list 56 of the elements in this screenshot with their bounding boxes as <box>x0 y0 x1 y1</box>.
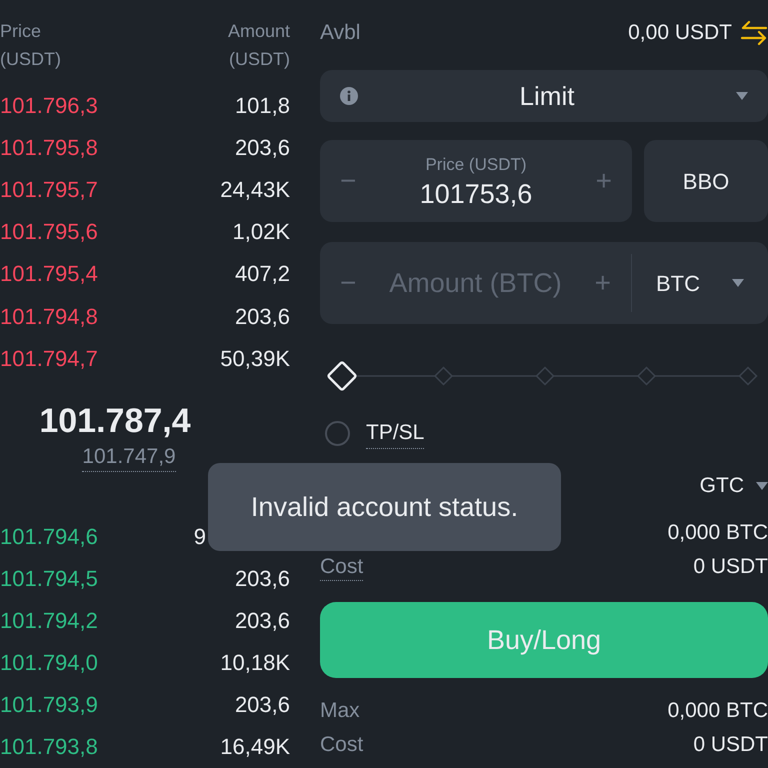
bbo-button[interactable]: BBO <box>644 140 768 222</box>
summary-label: Cost <box>320 732 364 758</box>
transfer-icon[interactable] <box>740 20 768 46</box>
column-header: Price <box>0 20 42 43</box>
last-price: 101.787,4 <box>39 401 191 442</box>
order-amount: 10,18K <box>220 649 290 678</box>
order-amount: 24,43K <box>220 176 290 204</box>
order-amount: 203,6 <box>234 134 290 162</box>
order-amount: 203,6 <box>234 302 290 331</box>
order-price[interactable]: 101.794,6 <box>0 520 98 553</box>
order-price[interactable]: 101.795,4 <box>0 257 98 290</box>
unit-dropdown[interactable]: BTC <box>631 254 768 312</box>
order-amount: 203,6 <box>234 564 290 593</box>
order-price[interactable]: 101.794,7 <box>0 342 98 375</box>
column-header: Amount <box>228 20 290 43</box>
summary-value: 0,000 BTC <box>668 520 768 546</box>
caret-icon <box>736 92 748 100</box>
order-price[interactable]: 101.793,8 <box>0 730 98 764</box>
summary-label: Max <box>320 698 360 724</box>
order-price[interactable]: 101.796,3 <box>0 88 98 122</box>
order-price[interactable]: 101.794,5 <box>0 562 98 595</box>
order-amount: 101,8 <box>234 92 290 120</box>
tpsl-label[interactable]: TP/SL <box>366 416 424 450</box>
order-price[interactable]: 101.795,6 <box>0 215 98 248</box>
summary-value: 0,000 BTC <box>668 698 768 724</box>
order-amount: 50,39K <box>220 344 290 373</box>
column-header: (USDT) <box>229 48 290 71</box>
info-icon <box>340 87 358 105</box>
order-price[interactable]: 101.795,7 <box>0 173 98 206</box>
mark-price[interactable]: 101.747,9 <box>82 443 176 472</box>
tpsl-radio[interactable] <box>325 420 350 446</box>
order-price[interactable]: 101.794,0 <box>0 646 98 680</box>
order-price[interactable]: 101.794,2 <box>0 604 98 638</box>
column-header: (USDT) <box>0 48 61 71</box>
summary-label: Cost <box>320 554 364 580</box>
error-toast: Invalid account status. <box>208 463 561 551</box>
summary-value: 0 USDT <box>693 732 768 758</box>
time-in-force-dropdown[interactable]: GTC <box>700 466 768 506</box>
available-label: Avbl <box>320 20 360 46</box>
order-amount: 407,2 <box>234 260 290 288</box>
order-price[interactable]: 101.794,8 <box>0 300 98 333</box>
order-amount: 9 <box>194 522 206 551</box>
summary-value: 0 USDT <box>693 554 768 580</box>
price-label: Price (USDT) <box>425 154 527 176</box>
caret-icon <box>732 279 744 287</box>
order-type-dropdown[interactable]: Limit <box>320 70 768 122</box>
order-amount: 203,6 <box>234 607 290 636</box>
order-amount: 203,6 <box>234 691 290 720</box>
order-price[interactable]: 101.795,8 <box>0 131 98 164</box>
order-price[interactable]: 101.793,9 <box>0 688 98 722</box>
caret-icon <box>756 482 768 490</box>
order-amount: 1,02K <box>232 218 290 246</box>
price-value: 101753,6 <box>420 178 532 210</box>
available-balance: 0,00 USDT <box>628 20 732 46</box>
amount-field[interactable]: − Amount (BTC) + BTC <box>320 242 768 324</box>
order-amount: 16,49K <box>220 733 290 762</box>
